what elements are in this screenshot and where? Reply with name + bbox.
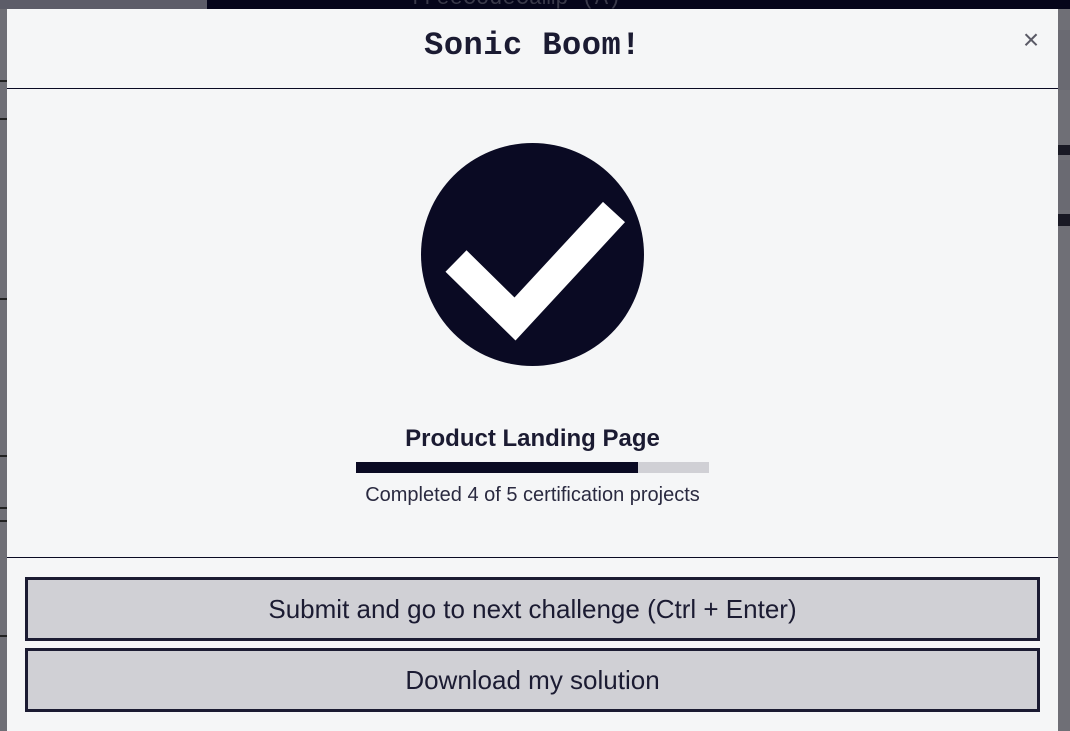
- background-right-panel: [1058, 30, 1070, 90]
- progress-fill: [356, 462, 639, 473]
- download-button[interactable]: Download my solution: [25, 648, 1040, 712]
- background-divider: [0, 80, 7, 82]
- background-right-panel: [1058, 160, 1070, 210]
- footer-divider: [7, 557, 1058, 558]
- project-name: Product Landing Page: [405, 425, 660, 452]
- background-right-panel: [1058, 214, 1070, 226]
- background-divider: [0, 520, 7, 522]
- modal-title: Sonic Boom!: [424, 27, 641, 64]
- progress-text: Completed 4 of 5 certification projects: [365, 484, 700, 506]
- background-divider: [0, 507, 7, 509]
- check-circle-icon: [421, 143, 644, 366]
- close-button[interactable]: ×: [1020, 25, 1042, 55]
- modal-header: Sonic Boom! ×: [7, 9, 1058, 89]
- background-divider: [0, 455, 7, 457]
- submit-button[interactable]: Submit and go to next challenge (Ctrl + …: [25, 577, 1040, 641]
- progress-bar: [356, 462, 709, 473]
- background-divider: [0, 298, 7, 300]
- background-divider: [0, 635, 7, 637]
- background-navbar-left: [0, 0, 207, 9]
- background-divider: [0, 118, 7, 120]
- completion-modal: Sonic Boom! × Product Landing Page Compl…: [7, 9, 1058, 731]
- background-right-panel: [1058, 145, 1070, 155]
